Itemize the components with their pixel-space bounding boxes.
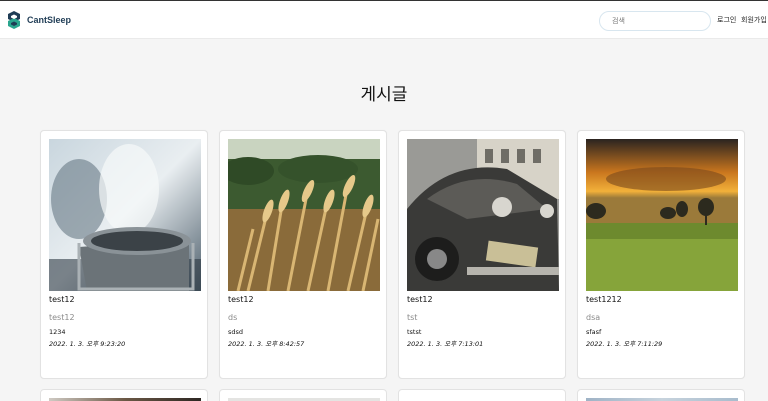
post-card[interactable] <box>219 389 387 401</box>
post-card[interactable] <box>398 389 566 401</box>
post-author: ds <box>228 313 238 322</box>
post-card[interactable]: test12 ds sdsd 2022. 1. 3. 오후 8:42:57 <box>219 130 387 379</box>
post-author: dsa <box>586 313 601 322</box>
post-card[interactable]: test12 test12 1234 2022. 1. 3. 오후 9:23:2… <box>40 130 208 379</box>
post-card[interactable]: test1212 dsa sfasf 2022. 1. 3. 오후 7:11:2… <box>577 130 745 379</box>
brand-name: CantSleep <box>27 15 72 25</box>
post-title[interactable]: test12 <box>228 295 254 304</box>
post-card[interactable] <box>40 389 208 401</box>
post-body: sfasf <box>586 328 602 336</box>
post-title[interactable]: test12 <box>407 295 433 304</box>
logo-icon <box>8 11 20 29</box>
post-author: tst <box>407 313 418 322</box>
post-body: tstst <box>407 328 422 336</box>
site-header: CantSleep 로그인 회원가입 <box>0 1 768 39</box>
post-body: 1234 <box>49 328 66 336</box>
search-input[interactable] <box>599 11 711 31</box>
post-body: sdsd <box>228 328 244 336</box>
brand[interactable]: CantSleep <box>7 9 71 31</box>
post-date: 2022. 1. 3. 오후 9:23:20 <box>49 340 126 348</box>
post-card[interactable] <box>577 389 745 401</box>
post-title[interactable]: test12 <box>49 295 75 304</box>
post-author: test12 <box>49 313 75 322</box>
post-date: 2022. 1. 3. 오후 8:42:57 <box>228 340 305 348</box>
post-image <box>228 139 380 291</box>
post-date: 2022. 1. 3. 오후 7:11:29 <box>586 340 663 348</box>
post-date: 2022. 1. 3. 오후 7:13:01 <box>407 340 484 348</box>
post-card[interactable]: test12 tst tstst 2022. 1. 3. 오후 7:13:01 <box>398 130 566 379</box>
signup-link[interactable]: 회원가입 <box>741 15 767 25</box>
post-image <box>586 139 738 291</box>
post-image <box>407 139 559 291</box>
post-image <box>49 139 201 291</box>
login-link[interactable]: 로그인 <box>717 15 736 25</box>
post-title[interactable]: test1212 <box>586 295 622 304</box>
page-title: 게시글 <box>360 85 408 105</box>
